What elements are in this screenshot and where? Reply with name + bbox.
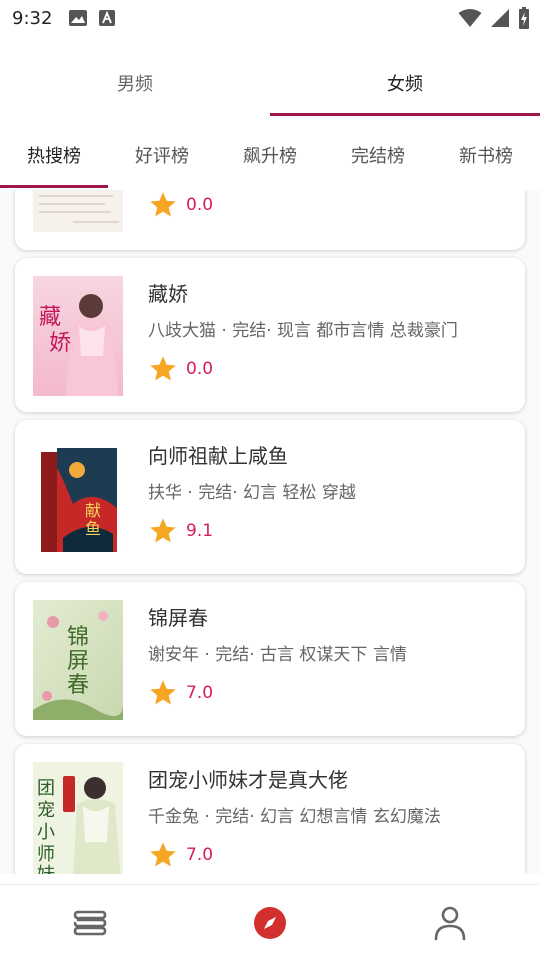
- svg-text:藏: 藏: [39, 305, 61, 330]
- star-icon: [150, 518, 176, 543]
- ranking-tabs: 热搜榜 好评榜 飙升榜 完结榜 新书榜: [0, 122, 540, 188]
- book-meta: 千金兔 · 完结· 幻言 幻想言情 玄幻魔法: [148, 807, 441, 827]
- rating-value: 9.1: [186, 521, 214, 541]
- book-cover: 锦 屏 春: [33, 600, 123, 720]
- image-icon: [69, 10, 88, 26]
- book-card[interactable]: 0.0: [15, 190, 525, 250]
- svg-text:屏: 屏: [67, 649, 89, 674]
- svg-text:娇: 娇: [49, 331, 71, 356]
- tab-label: 飙升榜: [243, 146, 297, 167]
- tab-hot-search[interactable]: 热搜榜: [0, 122, 108, 188]
- book-meta: 谢安年 · 完结· 古言 权谋天下 言情: [148, 645, 407, 665]
- book-card[interactable]: 锦 屏 春 锦屏春 谢安年 · 完结· 古言 权谋天下 言情 7.0: [15, 582, 525, 736]
- book-title: 向师祖献上咸鱼: [148, 444, 288, 468]
- a-box-icon: [99, 10, 116, 26]
- bottom-navigation: [0, 884, 540, 960]
- tab-completed[interactable]: 完结榜: [324, 122, 432, 188]
- book-cover: 藏 娇: [33, 276, 123, 396]
- status-bar: 9:32: [0, 0, 540, 36]
- rating: 0.0: [148, 190, 213, 220]
- rating: 7.0: [148, 678, 213, 708]
- compass-icon: [254, 906, 286, 939]
- book-meta: 扶华 · 完结· 幻言 轻松 穿越: [148, 483, 356, 503]
- rating: 7.0: [148, 840, 213, 870]
- book-cover: [33, 190, 123, 232]
- rating-value: 7.0: [186, 683, 214, 703]
- book-card[interactable]: 献 鱼 向师祖献上咸鱼 扶华 · 完结· 幻言 轻松 穿越 9.1: [15, 420, 525, 574]
- tab-label: 完结榜: [351, 146, 405, 167]
- nav-bookshelf[interactable]: [0, 885, 180, 960]
- rating: 0.0: [148, 354, 213, 384]
- rating: 9.1: [148, 516, 213, 546]
- nav-profile[interactable]: [360, 885, 540, 960]
- svg-text:锦: 锦: [67, 625, 89, 650]
- book-title: 藏娇: [148, 282, 188, 306]
- nav-discover[interactable]: [180, 885, 360, 960]
- svg-text:春: 春: [67, 673, 89, 698]
- signal-icon: [491, 9, 509, 27]
- svg-text:团: 团: [37, 778, 55, 799]
- book-card[interactable]: 团 宠 小 师 妹 团宠小师妹才是真大佬 千金兔 · 完结· 幻言 幻想言情 玄…: [15, 744, 525, 874]
- tab-label: 新书榜: [459, 146, 513, 167]
- tab-male[interactable]: 男频: [0, 48, 270, 118]
- book-list[interactable]: 0.0 藏 娇 藏娇 八歧大猫 · 完结· 现言 都市言情 总裁豪门 0.0 献…: [0, 190, 540, 874]
- star-icon: [150, 680, 176, 705]
- tab-good-reviews[interactable]: 好评榜: [108, 122, 216, 188]
- svg-text:鱼: 鱼: [85, 519, 101, 538]
- tab-female-label: 女频: [387, 74, 423, 95]
- book-card[interactable]: 藏 娇 藏娇 八歧大猫 · 完结· 现言 都市言情 总裁豪门 0.0: [15, 258, 525, 412]
- book-cover: 团 宠 小 师 妹: [33, 762, 123, 874]
- gender-tabs: 男频 女频: [0, 48, 540, 118]
- battery-icon: [519, 7, 529, 29]
- book-cover: 献 鱼: [33, 438, 123, 558]
- bookshelf-icon: [73, 910, 107, 935]
- person-icon: [434, 906, 466, 940]
- rating-value: 7.0: [186, 845, 214, 865]
- rating-value: 0.0: [186, 195, 214, 215]
- svg-text:献: 献: [85, 501, 101, 520]
- tab-rising[interactable]: 飙升榜: [216, 122, 324, 188]
- svg-text:妹: 妹: [37, 864, 55, 874]
- svg-text:师: 师: [37, 844, 55, 865]
- rating-value: 0.0: [186, 359, 214, 379]
- status-time: 9:32: [12, 7, 53, 29]
- tab-new-books[interactable]: 新书榜: [432, 122, 540, 188]
- tab-female[interactable]: 女频: [270, 48, 540, 118]
- star-icon: [150, 356, 176, 381]
- star-icon: [150, 842, 176, 867]
- tab-label: 热搜榜: [27, 146, 81, 167]
- book-title: 锦屏春: [148, 606, 208, 630]
- star-icon: [150, 192, 176, 217]
- svg-text:小: 小: [37, 822, 55, 843]
- book-title: 团宠小师妹才是真大佬: [148, 768, 348, 792]
- book-meta: 八歧大猫 · 完结· 现言 都市言情 总裁豪门: [148, 321, 458, 341]
- wifi-icon: [458, 9, 482, 27]
- tab-male-label: 男频: [117, 74, 153, 95]
- tab-label: 好评榜: [135, 146, 189, 167]
- svg-text:宠: 宠: [37, 800, 55, 821]
